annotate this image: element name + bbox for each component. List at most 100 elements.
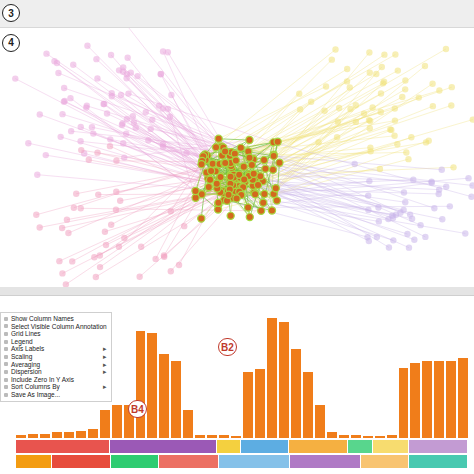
graph-node[interactable] bbox=[403, 149, 409, 155]
bar[interactable] bbox=[183, 410, 193, 438]
bar[interactable] bbox=[303, 372, 313, 438]
graph-node[interactable] bbox=[361, 110, 367, 116]
bar[interactable] bbox=[219, 435, 229, 438]
graph-node[interactable] bbox=[206, 176, 213, 183]
graph-node[interactable] bbox=[34, 171, 40, 177]
bar[interactable] bbox=[434, 361, 444, 439]
graph-node[interactable] bbox=[468, 193, 474, 199]
graph-node[interactable] bbox=[117, 197, 123, 203]
graph-node[interactable] bbox=[465, 175, 471, 181]
graph-node[interactable] bbox=[392, 105, 398, 111]
graph-node[interactable] bbox=[215, 199, 222, 206]
network-graph[interactable] bbox=[0, 28, 474, 287]
graph-node[interactable] bbox=[250, 170, 257, 177]
graph-node[interactable] bbox=[33, 211, 39, 217]
graph-node[interactable] bbox=[232, 157, 239, 164]
annotation-segment[interactable] bbox=[16, 455, 52, 468]
bar[interactable] bbox=[207, 435, 217, 438]
graph-node[interactable] bbox=[198, 215, 205, 222]
graph-node[interactable] bbox=[380, 80, 386, 86]
graph-node[interactable] bbox=[449, 84, 455, 90]
graph-node[interactable] bbox=[447, 203, 453, 209]
graph-node[interactable] bbox=[214, 206, 221, 213]
graph-node[interactable] bbox=[113, 188, 119, 194]
graph-node[interactable] bbox=[152, 255, 158, 261]
graph-node[interactable] bbox=[246, 136, 253, 143]
graph-node[interactable] bbox=[107, 136, 113, 142]
graph-node[interactable] bbox=[205, 183, 212, 190]
graph-node[interactable] bbox=[100, 101, 106, 107]
graph-node[interactable] bbox=[404, 231, 410, 237]
graph-node[interactable] bbox=[168, 268, 174, 274]
annotation-segment[interactable] bbox=[348, 440, 372, 453]
graph-node[interactable] bbox=[25, 140, 31, 146]
bar[interactable] bbox=[446, 361, 456, 439]
graph-node[interactable] bbox=[367, 125, 373, 131]
graph-node[interactable] bbox=[386, 244, 392, 250]
annotation-segment[interactable] bbox=[290, 455, 361, 468]
menu-item[interactable]: Scaling▸ bbox=[4, 353, 107, 361]
graph-node[interactable] bbox=[364, 234, 370, 240]
bar[interactable] bbox=[363, 436, 373, 438]
graph-node[interactable] bbox=[405, 156, 411, 162]
menu-item[interactable]: Grid Lines bbox=[4, 330, 107, 338]
graph-node[interactable] bbox=[61, 98, 67, 104]
graph-node[interactable] bbox=[212, 143, 219, 150]
graph-node[interactable] bbox=[237, 144, 244, 151]
graph-node[interactable] bbox=[439, 166, 445, 172]
bar[interactable] bbox=[171, 361, 181, 439]
graph-node[interactable] bbox=[59, 111, 65, 117]
graph-node[interactable] bbox=[274, 138, 281, 145]
graph-node[interactable] bbox=[335, 118, 341, 124]
graph-node[interactable] bbox=[315, 139, 321, 145]
graph-node[interactable] bbox=[78, 205, 84, 211]
graph-node[interactable] bbox=[417, 222, 423, 228]
graph-node[interactable] bbox=[244, 204, 251, 211]
graph-node[interactable] bbox=[59, 225, 65, 231]
bar[interactable] bbox=[399, 368, 409, 438]
graph-node[interactable] bbox=[347, 106, 353, 112]
graph-node[interactable] bbox=[77, 138, 83, 144]
graph-node[interactable] bbox=[392, 51, 398, 57]
annotation-segment[interactable] bbox=[52, 455, 111, 468]
graph-node[interactable] bbox=[334, 134, 340, 140]
annotation-segment[interactable] bbox=[361, 455, 409, 468]
graph-node[interactable] bbox=[353, 102, 359, 108]
graph-node[interactable] bbox=[94, 149, 100, 155]
graph-node[interactable] bbox=[94, 75, 100, 81]
graph-node[interactable] bbox=[43, 50, 49, 56]
graph-node[interactable] bbox=[102, 228, 108, 234]
bar[interactable] bbox=[255, 369, 265, 438]
graph-node[interactable] bbox=[118, 92, 124, 98]
annotation-segment[interactable] bbox=[159, 455, 218, 468]
bar[interactable] bbox=[16, 435, 26, 438]
bar[interactable] bbox=[136, 331, 146, 438]
bar[interactable] bbox=[422, 361, 432, 439]
graph-node[interactable] bbox=[296, 90, 302, 96]
graph-node[interactable] bbox=[233, 195, 240, 202]
bar[interactable] bbox=[231, 436, 241, 438]
graph-node[interactable] bbox=[399, 94, 405, 100]
graph-node[interactable] bbox=[308, 98, 314, 104]
graph-node[interactable] bbox=[51, 58, 57, 64]
graph-node[interactable] bbox=[227, 173, 234, 180]
graph-node[interactable] bbox=[69, 258, 75, 264]
bar[interactable] bbox=[40, 434, 50, 438]
graph-node[interactable] bbox=[262, 165, 269, 172]
menu-item[interactable]: Include Zero In Y Axis bbox=[4, 376, 107, 384]
graph-node[interactable] bbox=[297, 106, 303, 112]
graph-node[interactable] bbox=[375, 204, 381, 210]
graph-node[interactable] bbox=[168, 208, 174, 214]
graph-node[interactable] bbox=[391, 132, 397, 138]
graph-node[interactable] bbox=[43, 152, 49, 158]
menu-item[interactable]: Averaging▸ bbox=[4, 361, 107, 369]
graph-node[interactable] bbox=[402, 77, 408, 83]
bar[interactable] bbox=[315, 405, 325, 438]
graph-node[interactable] bbox=[387, 126, 393, 132]
annotation-segment[interactable] bbox=[16, 440, 110, 453]
graph-node[interactable] bbox=[410, 176, 416, 182]
bar[interactable] bbox=[410, 363, 420, 438]
graph-node[interactable] bbox=[215, 135, 222, 142]
bar[interactable] bbox=[351, 435, 361, 438]
bar[interactable] bbox=[159, 354, 169, 438]
